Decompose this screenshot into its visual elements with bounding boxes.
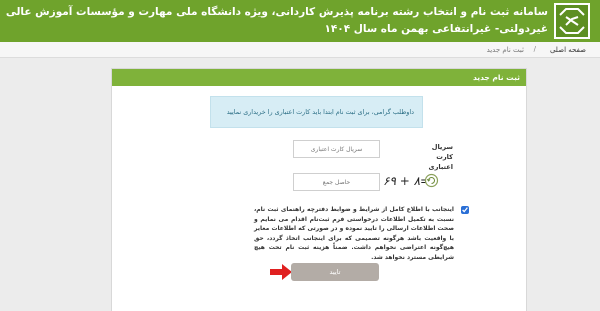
breadcrumb-home-link[interactable]: صفحه اصلی — [550, 46, 586, 54]
card-serial-input[interactable] — [293, 140, 380, 158]
panel-header: ثبت نام جدید — [112, 69, 526, 86]
breadcrumb-separator: / — [533, 45, 536, 53]
site-header: سامانه ثبت نام و انتخاب رشته برنامه پذیر… — [0, 0, 600, 42]
agreement-text: اینجانب با اطلاع کامل از شرایط و ضوابط د… — [254, 206, 454, 261]
notice-text: داوطلب گرامی، برای ثبت نام ابتدا باید کا… — [226, 108, 414, 116]
arrow-right-icon — [269, 263, 293, 281]
submit-button[interactable]: تایید — [291, 263, 379, 281]
breadcrumb: صفحه اصلی / ثبت نام جدید — [0, 42, 600, 58]
panel-title: ثبت نام جدید — [472, 73, 520, 82]
registration-panel: ثبت نام جدید داوطلب گرامی، برای ثبت نام … — [111, 68, 527, 311]
site-title: سامانه ثبت نام و انتخاب رشته برنامه پذیر… — [5, 6, 548, 35]
serial-label: سریال کارت اعتباری — [428, 143, 453, 171]
refresh-captcha-icon[interactable] — [424, 173, 439, 188]
captcha-sum-input[interactable] — [293, 173, 380, 191]
credit-card-notice: داوطلب گرامی، برای ثبت نام ابتدا باید کا… — [210, 96, 423, 128]
breadcrumb-current: ثبت نام جدید — [486, 46, 524, 54]
agree-checkbox[interactable] — [461, 206, 469, 214]
university-logo-icon — [554, 3, 590, 39]
